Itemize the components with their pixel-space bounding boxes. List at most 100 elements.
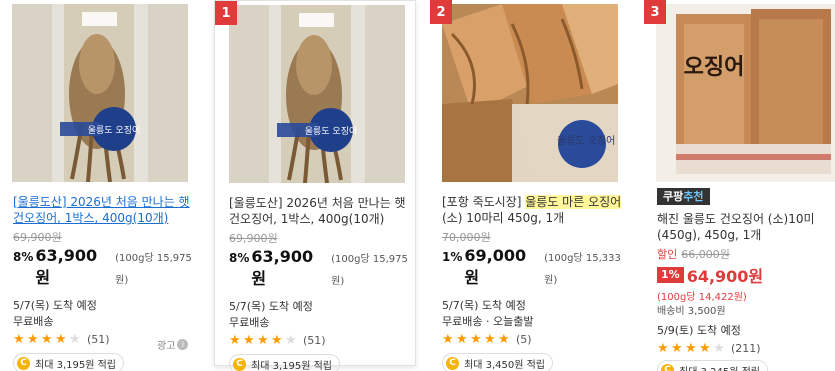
- star-icon: ★: [442, 331, 454, 347]
- product-label-text: 울릉도 오징어: [305, 126, 358, 137]
- review-count: (211): [731, 341, 761, 355]
- coin-icon: C: [661, 363, 674, 371]
- product-title[interactable]: 해진 울릉도 건오징어 (소)10미 (450g), 450g, 1개: [657, 211, 835, 243]
- review-count: (51): [87, 332, 110, 346]
- unit-price: (100g당 14,422원): [657, 292, 747, 303]
- shipping-fee: 배송비 3,500원: [657, 306, 726, 317]
- recommend-badge: 쿠팡추천: [657, 188, 710, 205]
- star-icon: ★: [671, 340, 683, 356]
- price-row: 1% 69,000원 (100g당 15,333원): [442, 245, 632, 292]
- shipping-info: 무료배송 · 오늘출발: [442, 315, 534, 328]
- product-title[interactable]: [포항 죽도시장] 울릉도 마른 오징어 (소) 10마리 450g, 1개: [442, 194, 632, 226]
- star-icon: ★: [243, 332, 255, 348]
- product-card[interactable]: 3 오징어 쿠팡추천 해진 울릉도 건오징어 (소)10미 (450g), 45…: [644, 0, 835, 371]
- badge-prefix: 쿠팡: [663, 190, 684, 203]
- delivery-date: 5/7(목) 도착 예정: [13, 299, 97, 312]
- title-highlight: 울릉도 마른 오징어: [525, 195, 622, 209]
- points-text: 최대 3,195원 적립: [251, 360, 332, 371]
- discount-rate: 1%: [657, 267, 684, 283]
- product-info: 쿠팡추천 해진 울릉도 건오징어 (소)10미 (450g), 450g, 1개…: [657, 185, 835, 371]
- unit-price: (100g당 15,333원): [544, 253, 621, 286]
- badge-accent: 추천: [683, 190, 704, 203]
- points-text: 최대 3,245원 적립: [679, 363, 760, 371]
- original-price: 69,900원: [229, 232, 278, 245]
- rating: ★ ★ ★ ★ ★ (211): [657, 341, 835, 355]
- star-rating: ★ ★ ★ ★ ★: [229, 334, 299, 347]
- star-rating: ★ ★ ★ ★ ★: [442, 333, 512, 346]
- points-text: 최대 3,450원 적립: [464, 359, 545, 371]
- product-info: [포항 죽도시장] 울릉도 마른 오징어 (소) 10마리 450g, 1개 7…: [442, 194, 632, 371]
- product-info: [울릉도산] 2026년 처음 만나는 햇 건오징어, 1박스, 400g(10…: [229, 195, 419, 371]
- points-text: 최대 3,195원 적립: [35, 359, 116, 371]
- star-icon: ★: [498, 331, 510, 347]
- sale-price: 69,000원: [464, 246, 527, 287]
- product-title[interactable]: [울릉도산] 2026년 처음 만나는 햇 건오징어, 1박스, 400g(10…: [229, 195, 419, 227]
- price-row: 1% 64,900원: [657, 263, 835, 287]
- unit-price: (100g당 15,975원): [331, 254, 408, 287]
- discount-rate: 1%: [442, 250, 463, 264]
- ad-label[interactable]: 광고 i: [157, 337, 189, 352]
- coin-icon: C: [17, 356, 30, 370]
- original-price: 66,000원: [681, 248, 730, 261]
- sale-label: 할인: [657, 248, 678, 261]
- review-count: (5): [516, 332, 532, 346]
- discount-rate: 8%: [13, 250, 34, 264]
- sale-price: 64,900원: [686, 267, 764, 286]
- points-badge: C 최대 3,195원 적립: [13, 353, 124, 371]
- coin-icon: C: [233, 357, 246, 371]
- title-suffix: (소) 10마리 450g, 1개: [442, 211, 565, 225]
- star-icon: ★: [484, 331, 496, 347]
- product-image[interactable]: 울릉도 오징어: [12, 4, 188, 182]
- title-prefix: [포항 죽도시장]: [442, 195, 526, 209]
- rank-badge: 3: [644, 0, 666, 24]
- rank-badge: 1: [215, 1, 237, 25]
- price-row: 8% 63,900원 (100g당 15,975원): [229, 246, 419, 293]
- sale-price: 63,900원: [35, 246, 98, 287]
- sale-label-row: 할인 66,000원: [657, 248, 835, 261]
- ad-text: 광고: [157, 341, 176, 352]
- star-icon: ★: [69, 331, 81, 347]
- delivery-date: 5/7(목) 도착 예정: [442, 299, 526, 312]
- price-row: 8% 63,900원 (100g당 15,975원): [13, 245, 203, 292]
- product-title[interactable]: [울릉도산] 2026년 처음 만나는 햇 건오징어, 1박스, 400g(10…: [13, 194, 203, 226]
- star-icon: ★: [657, 340, 669, 356]
- star-icon: ★: [470, 331, 482, 347]
- shipping-info: 무료배송: [229, 316, 270, 329]
- product-label-text: 울릉도 오징어: [557, 135, 615, 147]
- delivery-date: 5/9(토) 도착 예정: [657, 324, 741, 337]
- points-badge: C 최대 3,450원 적립: [442, 353, 553, 371]
- review-count: (51): [303, 333, 326, 347]
- delivery-date: 5/7(목) 도착 예정: [229, 300, 313, 313]
- rating: ★ ★ ★ ★ ★ (51): [229, 333, 419, 347]
- star-icon: ★: [41, 331, 53, 347]
- star-icon: ★: [229, 332, 241, 348]
- star-icon: ★: [13, 331, 25, 347]
- discount-rate: 8%: [229, 251, 250, 265]
- unit-price: (100g당 15,975원): [115, 253, 192, 286]
- star-icon: ★: [456, 331, 468, 347]
- star-rating: ★ ★ ★ ★ ★: [657, 342, 727, 355]
- info-icon[interactable]: i: [177, 339, 189, 350]
- star-icon: ★: [257, 332, 269, 348]
- star-icon: ★: [271, 332, 283, 348]
- product-label-text: 울릉도 오징어: [88, 125, 141, 136]
- star-icon: ★: [285, 332, 297, 348]
- points-badge: C 최대 3,195원 적립: [229, 354, 340, 371]
- sale-price: 63,900원: [251, 247, 314, 288]
- original-price: 70,000원: [442, 231, 491, 244]
- product-card[interactable]: 울릉도 오징어 [울릉도산] 2026년 처음 만나는 햇 건오징어, 1박스,…: [0, 0, 200, 371]
- product-image[interactable]: 울릉도 오징어: [442, 4, 618, 182]
- product-image[interactable]: 울릉도 오징어: [229, 5, 405, 183]
- points-badge: C 최대 3,245원 적립: [657, 360, 768, 371]
- product-label-text: 오징어: [684, 55, 745, 80]
- star-rating: ★ ★ ★ ★ ★: [13, 333, 83, 346]
- product-card[interactable]: 2 울릉도 오징어 [포항 죽도시장] 울릉도 마른 오징어 (소) 10마리 …: [430, 0, 630, 371]
- product-image[interactable]: 오징어: [656, 4, 835, 182]
- star-icon: ★: [27, 331, 39, 347]
- product-card[interactable]: 1 울릉도 오징어 [울릉도산] 2026년 처음 만나는 햇 건오징어, 1박…: [214, 0, 416, 371]
- star-icon: ★: [713, 340, 725, 356]
- rating: ★ ★ ★ ★ ★ (5): [442, 332, 632, 346]
- star-icon: ★: [699, 340, 711, 356]
- star-icon: ★: [55, 331, 67, 347]
- star-icon: ★: [685, 340, 697, 356]
